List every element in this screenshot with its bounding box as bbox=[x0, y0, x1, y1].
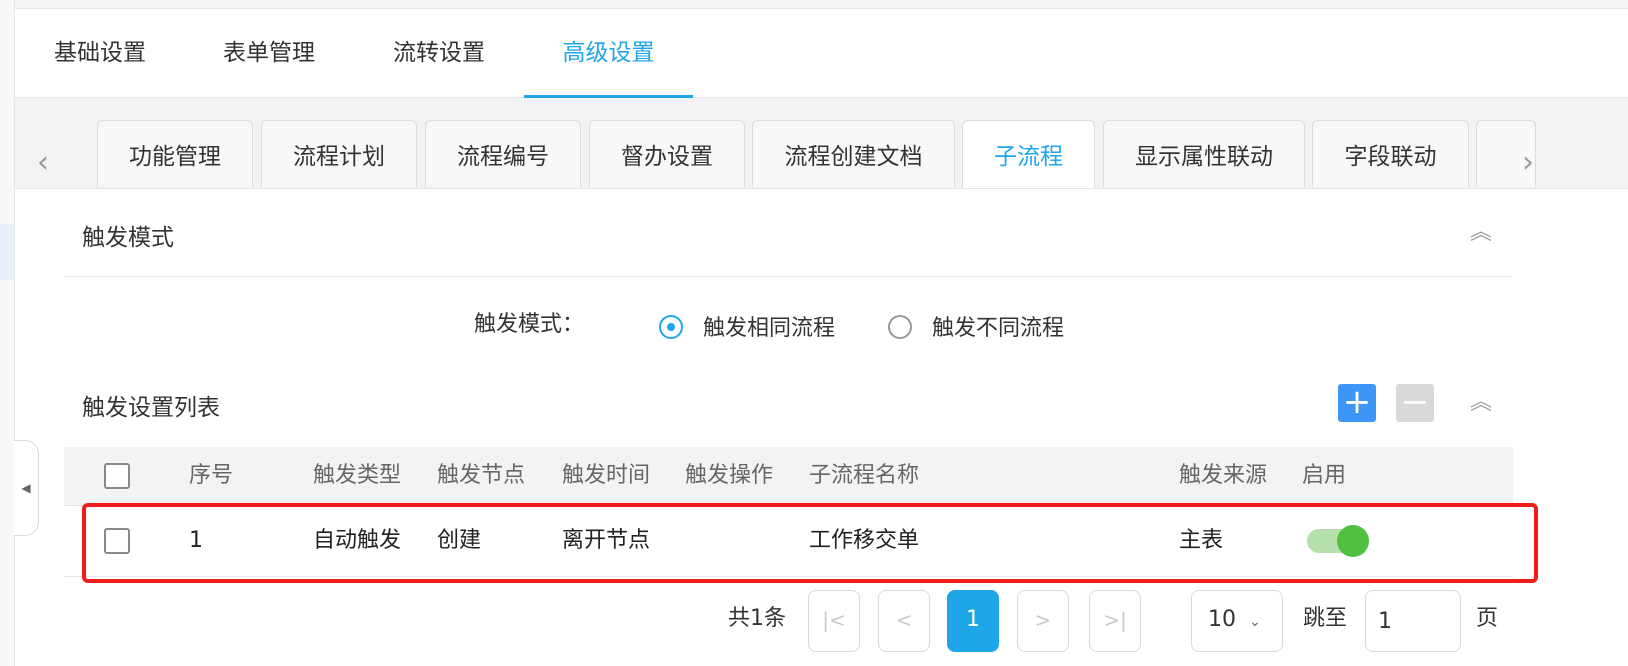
double-chevron-up-icon[interactable]: ︽ bbox=[1470, 392, 1492, 414]
add-row-button[interactable]: + bbox=[1338, 384, 1376, 422]
radio-button-unchecked[interactable] bbox=[888, 315, 912, 339]
prev-page-button[interactable]: < bbox=[878, 590, 930, 652]
tab-advanced-settings[interactable]: 高级设置 bbox=[524, 9, 693, 98]
chevron-down-icon: ⌄ bbox=[1249, 614, 1261, 630]
radio-label-same-flow: 触发相同流程 bbox=[703, 316, 836, 341]
first-page-icon: |< bbox=[822, 608, 846, 632]
chevron-left-icon[interactable]: ‹ bbox=[37, 148, 49, 178]
last-page-icon: >| bbox=[1103, 608, 1127, 632]
chevron-right-icon[interactable]: › bbox=[1522, 148, 1534, 178]
subtab-flow-create-doc[interactable]: 流程创建文档 bbox=[752, 120, 955, 187]
sub-tab-bar: ‹ 功能管理 流程计划 流程编号 督办设置 流程创建文档 子流程 显示属性联动 … bbox=[15, 98, 1628, 189]
column-header-trigger-node: 触发节点 bbox=[437, 463, 526, 488]
pagination-total: 共1条 bbox=[728, 606, 786, 631]
column-header-trigger-source: 触发来源 bbox=[1179, 463, 1268, 488]
subtab-supervise-settings[interactable]: 督办设置 bbox=[589, 120, 745, 187]
sidebar-toggle-button[interactable]: ◀ bbox=[14, 440, 39, 536]
app-top-border bbox=[0, 0, 1628, 9]
subtab-function-management[interactable]: 功能管理 bbox=[97, 120, 253, 187]
select-all-checkbox[interactable] bbox=[104, 463, 130, 489]
double-chevron-up-icon[interactable]: ︽ bbox=[1470, 222, 1492, 244]
tab-basic-settings[interactable]: 基础设置 bbox=[53, 9, 147, 97]
subtab-flow-number[interactable]: 流程编号 bbox=[425, 120, 581, 187]
page-size-value: 10 bbox=[1208, 607, 1236, 632]
column-header-subflow-name: 子流程名称 bbox=[809, 463, 920, 488]
subtab-display-linkage[interactable]: 显示属性联动 bbox=[1103, 120, 1305, 187]
tab-form-management[interactable]: 表单管理 bbox=[222, 9, 316, 97]
column-header-trigger-time: 触发时间 bbox=[562, 463, 651, 488]
first-page-button[interactable]: |< bbox=[808, 590, 860, 652]
next-page-button[interactable]: > bbox=[1017, 590, 1069, 652]
table-header: 序号 触发类型 触发节点 触发时间 触发操作 子流程名称 触发来源 启用 bbox=[64, 447, 1513, 506]
remove-row-button[interactable]: − bbox=[1396, 384, 1434, 422]
section-title-trigger-list: 触发设置列表 bbox=[82, 395, 220, 421]
left-sidebar-edge bbox=[0, 0, 15, 666]
subtab-flow-plan[interactable]: 流程计划 bbox=[261, 120, 417, 187]
column-header-trigger-operation: 触发操作 bbox=[685, 463, 774, 488]
subtab-subprocess[interactable]: 子流程 bbox=[962, 120, 1095, 188]
caret-left-icon: ◀ bbox=[21, 481, 31, 495]
radio-label-different-flow: 触发不同流程 bbox=[932, 316, 1065, 341]
radio-different-flow[interactable]: 触发不同流程 bbox=[888, 314, 1078, 342]
last-page-button[interactable]: >| bbox=[1089, 590, 1141, 652]
radio-button-checked[interactable] bbox=[659, 315, 683, 339]
column-header-index: 序号 bbox=[189, 463, 234, 488]
chevron-right-icon: > bbox=[1034, 608, 1052, 632]
page-button-current[interactable]: 1 bbox=[947, 590, 999, 652]
main-tabs: 基础设置 表单管理 流转设置 高级设置 bbox=[15, 9, 1628, 98]
tab-flow-settings[interactable]: 流转设置 bbox=[392, 9, 486, 97]
jump-label: 跳至 bbox=[1303, 606, 1348, 631]
column-header-trigger-type: 触发类型 bbox=[313, 463, 402, 488]
row-highlight-box bbox=[82, 503, 1538, 583]
chevron-left-icon: < bbox=[895, 608, 913, 632]
section-title-trigger-mode: 触发模式 bbox=[82, 225, 174, 251]
column-header-enabled: 启用 bbox=[1302, 463, 1347, 488]
section-divider bbox=[64, 276, 1513, 277]
page-size-select[interactable]: 10 ⌄ bbox=[1191, 590, 1283, 652]
subtab-field-linkage[interactable]: 字段联动 bbox=[1312, 120, 1469, 187]
jump-page-input[interactable] bbox=[1365, 590, 1461, 652]
radio-same-flow[interactable]: 触发相同流程 bbox=[659, 314, 849, 342]
trigger-mode-label: 触发模式： bbox=[474, 312, 585, 337]
sidebar-active-item[interactable] bbox=[0, 224, 14, 280]
page-unit-label: 页 bbox=[1476, 606, 1499, 631]
